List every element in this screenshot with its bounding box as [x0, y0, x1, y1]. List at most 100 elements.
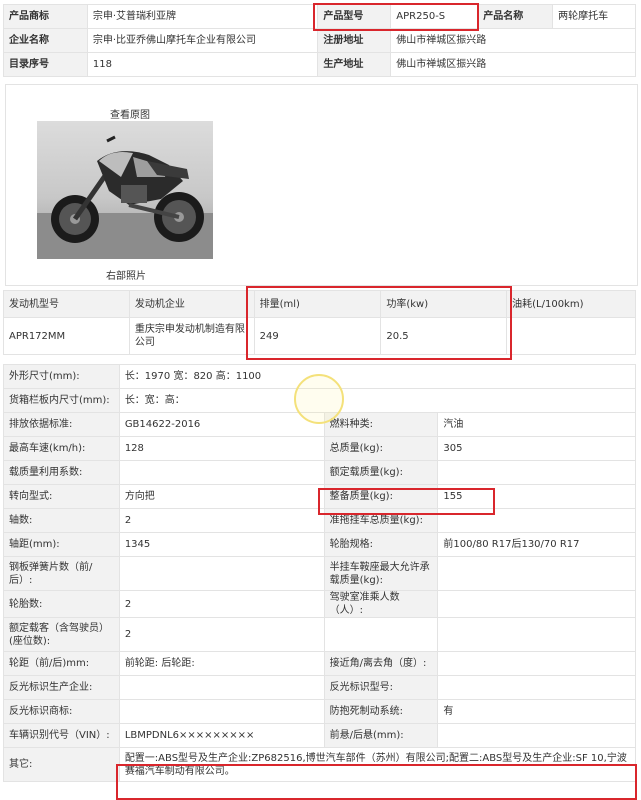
- spec-value: [437, 590, 636, 618]
- table-row: 轴数: 2 准拖挂车总质量(kg):: [3, 508, 636, 533]
- header-engine-company: 发动机企业: [128, 290, 255, 318]
- spec-label: 接近角/离去角（度）:: [323, 651, 439, 676]
- spec-label: [323, 617, 439, 652]
- label-product-name: 产品名称: [477, 4, 554, 29]
- spec-label: 总质量(kg):: [323, 436, 439, 461]
- spec-label: 驾驶室准乘人数（人）:: [323, 590, 439, 618]
- header-engine-model: 发动机型号: [3, 290, 130, 318]
- view-original-link[interactable]: 查看原图: [110, 106, 150, 121]
- cell-fuel-consumption: [506, 317, 636, 355]
- cell-displacement: 249: [253, 317, 382, 355]
- spec-value: 2: [118, 590, 325, 618]
- value-model: APR250-S: [390, 4, 479, 29]
- spec-label: 反光标识生产企业:: [3, 675, 120, 700]
- table-row: 发动机型号 发动机企业 排量(ml) 功率(kw) 油耗(L/100km): [3, 290, 636, 318]
- header-fuel-consumption: 油耗(L/100km): [506, 290, 636, 318]
- table-row: 反光标识商标: 防抱死制动系统: 有: [3, 699, 636, 724]
- value-brand: 宗申·艾普瑞利亚牌: [86, 4, 319, 29]
- spec-value: [118, 699, 325, 724]
- spec-value: [118, 556, 325, 591]
- spec-label: 半挂车鞍座最大允许承载质量(kg):: [323, 556, 439, 591]
- spec-label: 转向型式:: [3, 484, 120, 509]
- spec-label: 其它:: [3, 747, 120, 782]
- spec-value: 配置一:ABS型号及生产企业:ZP682516,博世汽车部件（苏州）有限公司;配…: [118, 747, 637, 782]
- value-reg-address: 佛山市禅城区振兴路: [390, 28, 636, 53]
- spec-label: 反光标识商标:: [3, 699, 120, 724]
- spec-value: 长：1970 宽：820 高：1100: [118, 364, 637, 389]
- table-row: 轮距（前/后)mm: 前轮距: 后轮距: 接近角/离去角（度）:: [3, 651, 636, 676]
- value-prod-address: 佛山市禅城区振兴路: [390, 52, 636, 77]
- table-row: 目录序号 118 生产地址 佛山市禅城区振兴路: [3, 52, 636, 77]
- table-row: 车辆识别代号（VIN）: LBMPDNL6××××××××× 前悬/后悬(mm):: [3, 723, 636, 748]
- header-displacement: 排量(ml): [253, 290, 382, 318]
- value-company: 宗申·比亚乔佛山摩托车企业有限公司: [86, 28, 319, 53]
- spec-value: [437, 723, 636, 748]
- spec-value: 2: [118, 617, 325, 652]
- spec-label: 轮胎规格:: [323, 532, 439, 557]
- spec-label: 载质量利用系数:: [3, 460, 120, 485]
- specs-body: 外形尺寸(mm): 长：1970 宽：820 高：1100 货箱栏板内尺寸(mm)…: [3, 364, 637, 782]
- spec-label: 整备质量(kg):: [323, 484, 439, 509]
- spec-label: 最高车速(km/h):: [3, 436, 120, 461]
- spec-label: 前悬/后悬(mm):: [323, 723, 439, 748]
- spec-value: 305: [437, 436, 636, 461]
- photo-panel: 查看原图 右部照片: [5, 84, 638, 286]
- spec-label: 轴数:: [3, 508, 120, 533]
- spec-label: 轮距（前/后)mm:: [3, 651, 120, 676]
- spec-label: 准拖挂车总质量(kg):: [323, 508, 439, 533]
- table-row: APR172MM 重庆宗申发动机制造有限公司 249 20.5: [3, 317, 636, 355]
- label-model: 产品型号: [317, 4, 392, 29]
- spec-value: [437, 675, 636, 700]
- table-row: 反光标识生产企业: 反光标识型号:: [3, 675, 636, 700]
- spec-value: 有: [437, 699, 636, 724]
- cell-engine-model: APR172MM: [3, 317, 130, 355]
- spec-value: 1345: [118, 532, 325, 557]
- seal-watermark: [294, 374, 344, 424]
- spec-value: 前轮距: 后轮距:: [118, 651, 325, 676]
- table-row: 产品商标 宗申·艾普瑞利亚牌 产品型号 APR250-S 产品名称 两轮摩托车: [3, 4, 636, 29]
- spec-label: 反光标识型号:: [323, 675, 439, 700]
- spec-value: [437, 460, 636, 485]
- table-row: 其它: 配置一:ABS型号及生产企业:ZP682516,博世汽车部件（苏州）有限公…: [3, 747, 637, 782]
- table-row: 轴距(mm): 1345 轮胎规格: 前100/80 R17后130/70 R17: [3, 532, 636, 557]
- spec-value: [437, 651, 636, 676]
- table-row: 转向型式: 方向把 整备质量(kg): 155: [3, 484, 636, 509]
- spec-value: [437, 617, 636, 652]
- motorcycle-photo[interactable]: [37, 121, 213, 259]
- spec-label: 轴距(mm):: [3, 532, 120, 557]
- header-power: 功率(kw): [380, 290, 508, 318]
- label-reg-address: 注册地址: [317, 28, 392, 53]
- table-row: 最高车速(km/h): 128 总质量(kg): 305: [3, 436, 636, 461]
- spec-value: 155: [437, 484, 636, 509]
- specs-table: 外形尺寸(mm): 长：1970 宽：820 高：1100 货箱栏板内尺寸(mm)…: [3, 364, 637, 782]
- spec-label: 额定载客（含驾驶员）(座位数):: [3, 617, 120, 652]
- spec-value: 2: [118, 508, 325, 533]
- engine-table: 发动机型号 发动机企业 排量(ml) 功率(kw) 油耗(L/100km) AP…: [3, 290, 636, 355]
- label-catalog-no: 目录序号: [3, 52, 88, 77]
- photo-caption: 右部照片: [106, 271, 146, 282]
- table-row: 企业名称 宗申·比亚乔佛山摩托车企业有限公司 注册地址 佛山市禅城区振兴路: [3, 28, 636, 53]
- table-row: 轮胎数: 2 驾驶室准乘人数（人）:: [3, 590, 636, 618]
- spec-value: [118, 675, 325, 700]
- value-product-name: 两轮摩托车: [552, 4, 636, 29]
- cell-engine-company: 重庆宗申发动机制造有限公司: [128, 317, 255, 355]
- spec-value: 128: [118, 436, 325, 461]
- spec-value: LBMPDNL6×××××××××: [118, 723, 325, 748]
- label-company: 企业名称: [3, 28, 88, 53]
- spec-value: [437, 556, 636, 591]
- spec-value: 前100/80 R17后130/70 R17: [437, 532, 636, 557]
- table-row: 钢板弹簧片数（前/后）: 半挂车鞍座最大允许承载质量(kg):: [3, 556, 636, 591]
- spec-label: 货箱栏板内尺寸(mm):: [3, 388, 120, 413]
- spec-label: 排放依据标准:: [3, 412, 120, 437]
- value-catalog-no: 118: [86, 52, 319, 77]
- cell-power: 20.5: [380, 317, 508, 355]
- spec-label: 车辆识别代号（VIN）:: [3, 723, 120, 748]
- spec-value: 汽油: [437, 412, 636, 437]
- spec-value: GB14622-2016: [118, 412, 325, 437]
- label-prod-address: 生产地址: [317, 52, 392, 77]
- spec-value: 长：宽：高：: [118, 388, 637, 413]
- spec-value: [437, 508, 636, 533]
- spec-label: 外形尺寸(mm):: [3, 364, 120, 389]
- spec-label: 防抱死制动系统:: [323, 699, 439, 724]
- spec-label: 燃料种类:: [323, 412, 439, 437]
